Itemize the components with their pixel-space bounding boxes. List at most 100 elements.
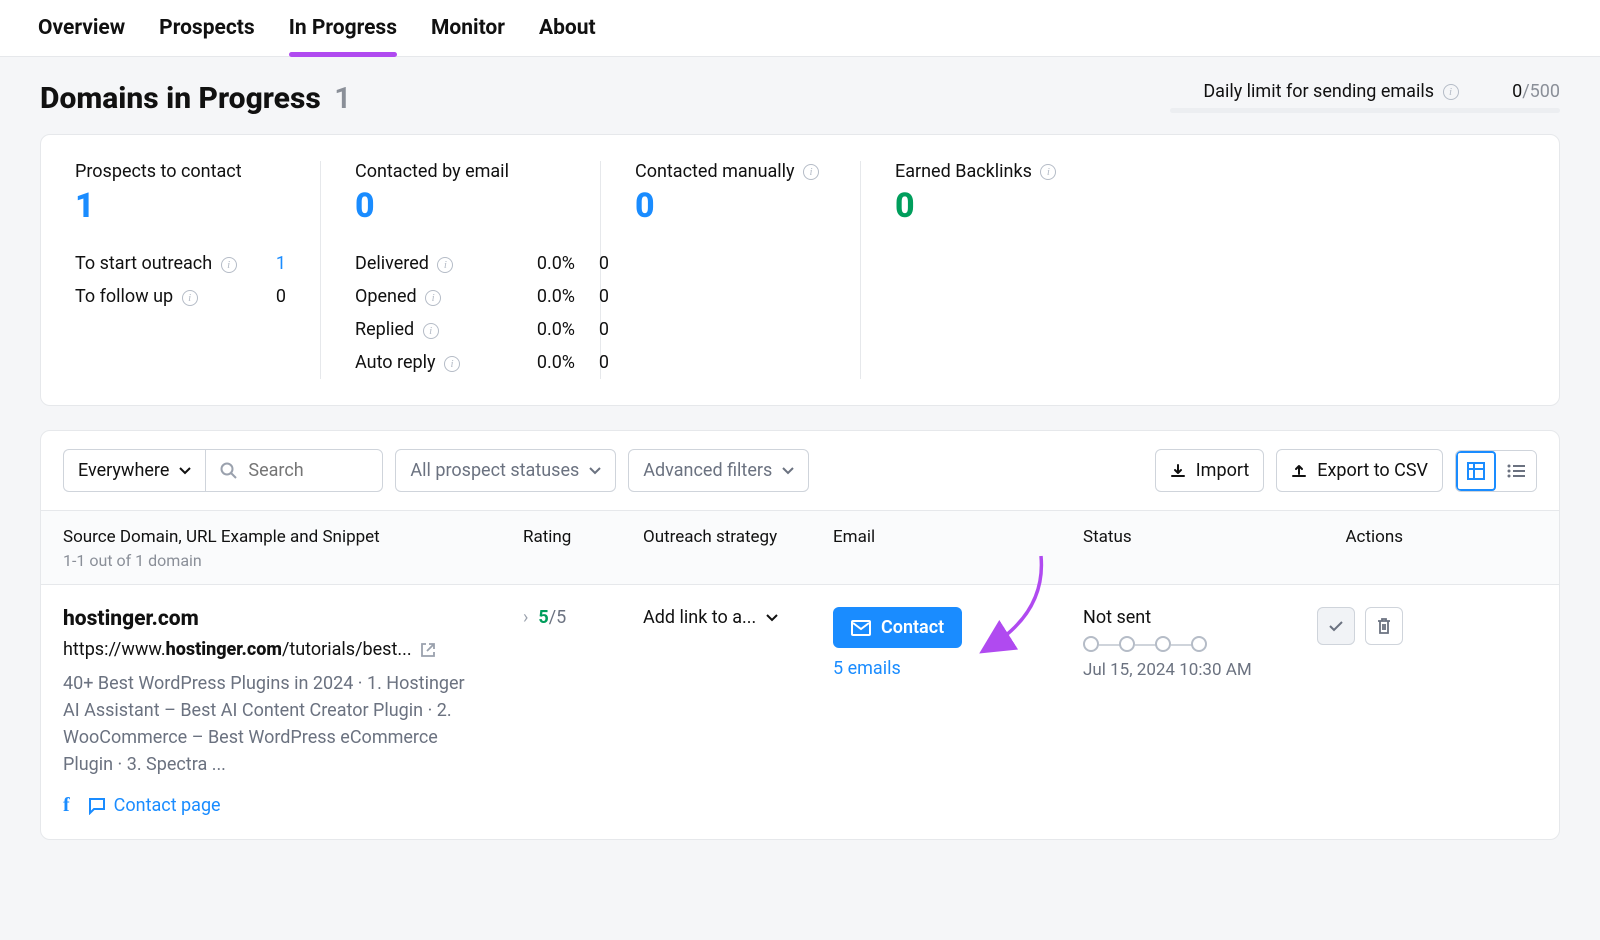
- cell-strategy[interactable]: Add link to a...: [643, 607, 833, 628]
- status-filter-dropdown[interactable]: All prospect statuses: [395, 449, 616, 492]
- col-strategy: Outreach strategy: [643, 527, 833, 570]
- main-tabs: Overview Prospects In Progress Monitor A…: [0, 0, 1600, 57]
- tab-overview[interactable]: Overview: [38, 16, 125, 56]
- stat-autoreply-label: Auto reply: [355, 352, 436, 373]
- trash-icon: [1377, 618, 1391, 634]
- external-link-icon: [420, 642, 436, 658]
- tab-monitor[interactable]: Monitor: [431, 16, 505, 56]
- chevron-down-icon: [589, 467, 601, 475]
- tab-in-progress[interactable]: In Progress: [289, 16, 397, 56]
- download-icon: [1170, 463, 1186, 479]
- stat-manual-value[interactable]: 0: [635, 188, 826, 225]
- stat-follow-up-value: 0: [266, 286, 286, 307]
- stat-manual-label: Contacted manually i: [635, 161, 826, 182]
- view-table-button[interactable]: [1456, 451, 1496, 491]
- stat-backlinks-value[interactable]: 0: [895, 188, 1525, 225]
- col-email: Email: [833, 527, 1083, 570]
- info-icon[interactable]: i: [425, 290, 441, 306]
- daily-limit-bar: [1170, 108, 1560, 113]
- stat-opened-pct: 0.0%: [515, 286, 575, 307]
- tab-about[interactable]: About: [539, 16, 596, 56]
- search-icon: [220, 462, 238, 480]
- contact-button[interactable]: Contact: [833, 607, 962, 648]
- upload-icon: [1291, 463, 1307, 479]
- stats-panel: Prospects to contact 1 To start outreach…: [41, 135, 1559, 405]
- scope-label: Everywhere: [78, 460, 169, 481]
- advanced-filters-label: Advanced filters: [643, 460, 772, 481]
- cell-actions: [1283, 607, 1403, 645]
- daily-limit-current: 0: [1512, 81, 1522, 102]
- view-toggle: [1455, 450, 1537, 492]
- col-status: Status: [1083, 527, 1283, 570]
- chat-icon: [88, 797, 106, 815]
- contact-page-link[interactable]: Contact page: [88, 795, 221, 816]
- contact-page-label: Contact page: [114, 795, 221, 816]
- info-icon[interactable]: i: [423, 323, 439, 339]
- search-input[interactable]: [248, 460, 368, 481]
- emails-link[interactable]: 5 emails: [833, 658, 901, 679]
- stat-delivered-pct: 0.0%: [515, 253, 575, 274]
- view-list-button[interactable]: [1496, 451, 1536, 491]
- col-source-sub: 1-1 out of 1 domain: [63, 551, 523, 570]
- advanced-filters-dropdown[interactable]: Advanced filters: [628, 449, 809, 492]
- col-actions: Actions: [1283, 527, 1403, 570]
- stat-opened-label: Opened: [355, 286, 417, 307]
- info-icon[interactable]: i: [1040, 164, 1056, 180]
- page-title: Domains in Progress 1: [40, 81, 351, 116]
- search-box[interactable]: [205, 449, 383, 492]
- cell-email: Contact 5 emails: [833, 607, 1083, 679]
- url-example[interactable]: https://www.hostinger.com/tutorials/best…: [63, 639, 523, 660]
- import-button[interactable]: Import: [1155, 449, 1264, 492]
- export-label: Export to CSV: [1317, 460, 1428, 481]
- stat-autoreply-pct: 0.0%: [515, 352, 575, 373]
- snippet: 40+ Best WordPress Plugins in 2024 · 1. …: [63, 670, 483, 778]
- import-label: Import: [1196, 460, 1249, 481]
- stat-prospects-label: Prospects to contact: [75, 161, 286, 182]
- rating-max: /5: [549, 607, 567, 628]
- stat-start-outreach-label: To start outreach i: [75, 253, 237, 274]
- stat-delivered-label: Delivered: [355, 253, 429, 274]
- status-date: Jul 15, 2024 10:30 AM: [1083, 660, 1283, 680]
- domain-name[interactable]: hostinger.com: [63, 607, 523, 631]
- stat-email-value[interactable]: 0: [355, 188, 566, 225]
- scope-dropdown[interactable]: Everywhere: [63, 449, 205, 492]
- info-icon[interactable]: i: [1443, 84, 1459, 100]
- chevron-down-icon: [766, 614, 778, 622]
- chevron-right-icon: ›: [523, 607, 528, 628]
- toolbar: Everywhere All prospect statuses Advance…: [41, 431, 1559, 510]
- facebook-icon[interactable]: f: [63, 794, 70, 817]
- stat-follow-up-label: To follow up i: [75, 286, 198, 307]
- stat-prospects-value[interactable]: 1: [75, 188, 286, 225]
- cell-source: hostinger.com https://www.hostinger.com/…: [63, 607, 523, 817]
- chevron-down-icon: [782, 467, 794, 475]
- tab-prospects[interactable]: Prospects: [159, 16, 255, 56]
- check-icon: [1328, 620, 1344, 632]
- cell-rating[interactable]: › 5/5: [523, 607, 643, 628]
- table-icon: [1467, 462, 1485, 480]
- daily-limit-label: Daily limit for sending emails: [1203, 81, 1434, 102]
- stat-email-label: Contacted by email: [355, 161, 566, 182]
- col-rating: Rating: [523, 527, 643, 570]
- list-icon: [1507, 464, 1525, 478]
- page-title-text: Domains in Progress: [40, 81, 321, 116]
- info-icon[interactable]: i: [221, 257, 237, 273]
- page-title-count: 1: [334, 81, 351, 116]
- status-filter-label: All prospect statuses: [410, 460, 579, 481]
- mark-done-button[interactable]: [1317, 607, 1355, 645]
- info-icon[interactable]: i: [444, 356, 460, 372]
- contact-button-label: Contact: [881, 617, 944, 638]
- export-button[interactable]: Export to CSV: [1276, 449, 1443, 492]
- daily-limit: Daily limit for sending emails i 0/500: [1170, 81, 1560, 113]
- mail-icon: [851, 620, 871, 636]
- status-progress: [1083, 636, 1283, 652]
- info-icon[interactable]: i: [803, 164, 819, 180]
- delete-button[interactable]: [1365, 607, 1403, 645]
- table-header: Source Domain, URL Example and Snippet 1…: [41, 510, 1559, 584]
- chevron-down-icon: [179, 467, 191, 475]
- info-icon[interactable]: i: [182, 290, 198, 306]
- cell-status: Not sent Jul 15, 2024 10:30 AM: [1083, 607, 1283, 680]
- stat-start-outreach-value[interactable]: 1: [266, 253, 286, 274]
- stat-replied-pct: 0.0%: [515, 319, 575, 340]
- stat-backlinks-label: Earned Backlinks i: [895, 161, 1525, 182]
- info-icon[interactable]: i: [437, 257, 453, 273]
